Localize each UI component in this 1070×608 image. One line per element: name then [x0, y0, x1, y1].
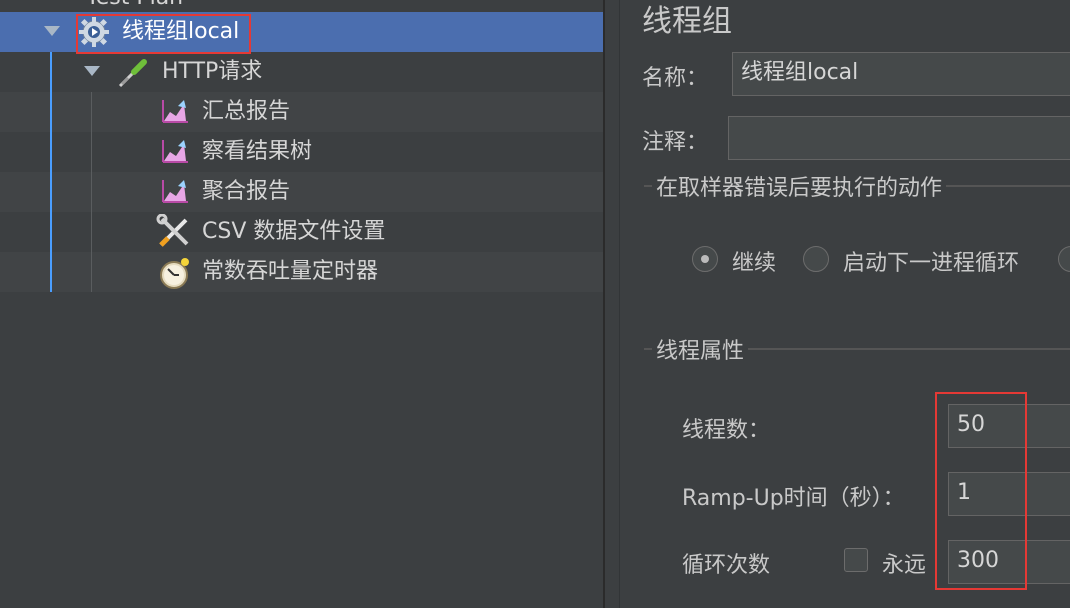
chevron-down-icon[interactable]: [44, 26, 60, 36]
radio-start-next-loop[interactable]: [803, 246, 829, 272]
graph-icon: [160, 96, 192, 128]
error-action-section-title: 在取样器错误后要执行的动作: [652, 170, 947, 202]
radio-stop-thread[interactable]: [1058, 246, 1070, 272]
wrench-screwdriver-icon: [156, 213, 189, 247]
name-label: 名称：: [642, 66, 709, 91]
pipette-icon: [116, 56, 148, 88]
split-pane-divider[interactable]: [603, 0, 605, 608]
chevron-down-icon[interactable]: [84, 66, 100, 76]
highlight-box-thread-group: [76, 14, 251, 54]
thread-properties-section-title: 线程属性: [652, 333, 749, 365]
tree-item-label: HTTP请求: [162, 59, 263, 84]
tree-item-label: 汇总报告: [202, 99, 291, 124]
radio-start-next-loop-label[interactable]: 启动下一进程循环: [843, 245, 1019, 277]
graph-icon: [160, 176, 192, 208]
name-field[interactable]: 线程组local: [732, 52, 1070, 96]
tree-item-label: 察看结果树: [202, 139, 313, 164]
test-plan-tree: Test Plan 线程组local: [0, 0, 603, 608]
highlight-box-thread-settings: [935, 392, 1027, 590]
comment-field[interactable]: [728, 116, 1070, 160]
radio-continue[interactable]: [692, 246, 718, 272]
page-title: 线程组: [642, 4, 732, 39]
tree-guide-line: [50, 52, 52, 292]
forever-checkbox[interactable]: [844, 548, 868, 572]
tree-item-label: CSV 数据文件设置: [202, 219, 386, 244]
tree-item-label: Test Plan: [86, 0, 183, 12]
forever-label[interactable]: 永远: [882, 547, 926, 579]
radio-continue-label[interactable]: 继续: [732, 245, 776, 277]
loop-count-label: 循环次数: [682, 553, 771, 578]
tree-item-http-request[interactable]: HTTP请求: [0, 52, 603, 92]
tree-item-label: 聚合报告: [202, 179, 291, 204]
stopwatch-icon: [158, 256, 190, 289]
tree-item-label: 常数吞吐量定时器: [202, 259, 379, 284]
comment-label: 注释：: [642, 130, 709, 155]
graph-icon: [160, 136, 192, 168]
ramp-up-label: Ramp-Up时间（秒）：: [682, 486, 905, 511]
tree-guide-line: [91, 92, 92, 292]
thread-count-label: 线程数：: [682, 418, 771, 443]
